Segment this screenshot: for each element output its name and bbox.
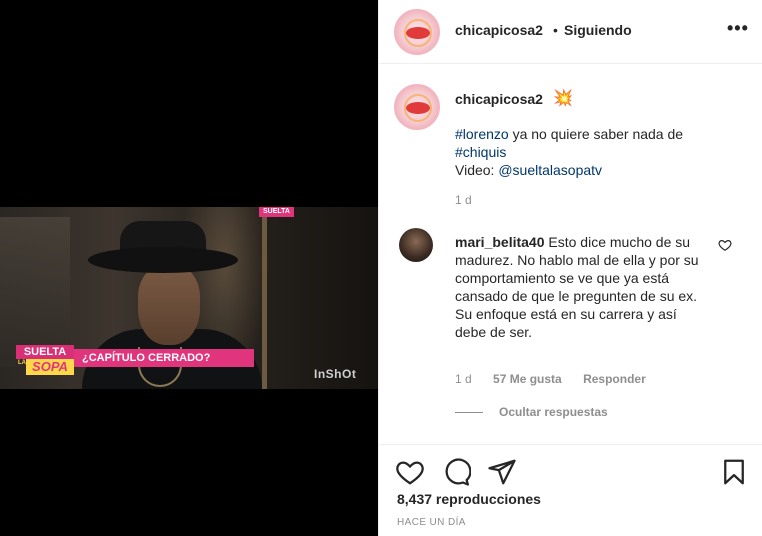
hide-replies-label: Ocultar respuestas [499,405,608,419]
reply-button[interactable]: Responder [583,372,646,386]
caption-timestamp: 1 d [455,193,472,207]
show-logo-bottom: SOPA [26,359,74,375]
video-headline: ¿CAPÍTULO CERRADO? [74,349,254,367]
bookmark-icon[interactable] [719,457,749,487]
background-pole [262,207,267,389]
following-button[interactable]: Siguiendo [564,22,632,38]
post-panel: chicapicosa2 • Siguiendo ••• chicapicosa… [378,0,762,536]
post-media[interactable]: SUELTA ¿CAPÍTULO CERRADO? SUELTA SOPA LA… [0,0,378,536]
inshot-watermark: InShOt [314,367,357,381]
caption-username[interactable]: chicapicosa2 [455,91,543,107]
heart-icon[interactable] [395,457,425,487]
post-header: chicapicosa2 • Siguiendo ••• [379,0,762,64]
separator-dot: • [553,22,558,38]
caption-line1: ya no quiere saber nada de [508,126,684,142]
author-username[interactable]: chicapicosa2 [455,22,543,38]
show-logo-top: SUELTA [16,345,74,359]
divider-line [455,412,483,414]
comment-timestamp: 1 d [455,372,472,386]
hide-replies-button[interactable]: Ocultar respuestas [455,405,608,419]
comment-likes[interactable]: 57 Me gusta [493,372,562,386]
video-credit-label: Video: [455,162,499,178]
hashtag-chiquis[interactable]: #chiquis [455,144,506,160]
comment-icon[interactable] [441,457,471,487]
share-icon[interactable] [487,457,517,487]
comment-body: mari_belita40 Esto dice mucho de su madu… [455,233,709,341]
show-logo: SUELTA SOPA LA [16,345,74,377]
author-avatar[interactable] [394,9,440,55]
collision-emoji-icon: 💥 [553,90,573,107]
post-actions: 8,437 reproducciones HACE UN DÍA [379,444,762,536]
commenter-username[interactable]: mari_belita40 [455,234,545,250]
comment-heart-icon[interactable] [718,238,732,252]
show-logo-la: LA [18,360,26,366]
view-count[interactable]: 8,437 reproducciones [397,491,541,507]
person-face [138,265,200,345]
hashtag-lorenzo[interactable]: #lorenzo [455,126,509,142]
caption-text: #lorenzo ya no quiere saber nada de #chi… [455,125,745,179]
comment-meta: 1 d 57 Me gusta Responder [455,372,664,386]
post-date: HACE UN DÍA [397,517,466,528]
hat-brim [88,247,238,273]
commenter-avatar[interactable] [399,228,433,262]
corner-show-tag: SUELTA [259,207,294,217]
more-options-icon[interactable]: ••• [727,18,749,39]
caption-avatar[interactable] [394,84,440,130]
mention-sueltalasopatv[interactable]: @sueltalasopatv [498,162,602,178]
video-player[interactable]: SUELTA ¿CAPÍTULO CERRADO? SUELTA SOPA LA… [0,207,378,389]
